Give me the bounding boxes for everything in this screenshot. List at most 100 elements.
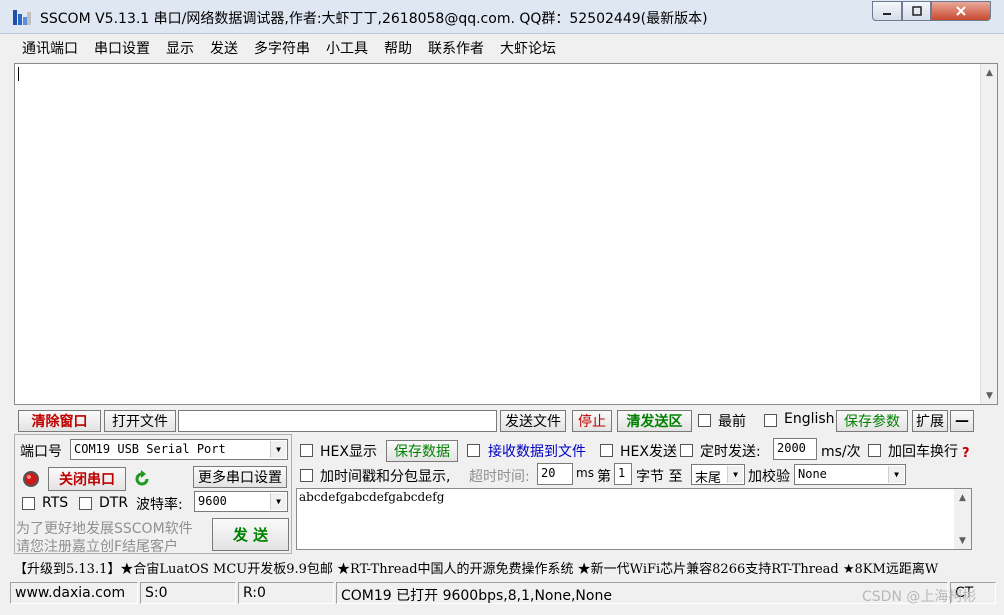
text-caret xyxy=(18,67,19,81)
open-file-label: 打开文件 xyxy=(112,414,168,430)
menu-forum[interactable]: 大虾论坛 xyxy=(492,38,564,58)
menu-send[interactable]: 发送 xyxy=(202,38,246,58)
expand-button[interactable]: 扩展 xyxy=(912,410,948,432)
menu-multi-string[interactable]: 多字符串 xyxy=(246,38,318,58)
save-params-label: 保存参数 xyxy=(844,414,900,430)
promo-line-2[interactable]: 请您注册嘉立创F结尾客户 xyxy=(16,536,178,556)
close-port-label: 关闭串口 xyxy=(59,472,115,488)
save-params-button[interactable]: 保存参数 xyxy=(836,410,908,432)
port-select[interactable]: COM19 USB Serial Port ▼ xyxy=(70,439,288,460)
status-bar: www.daxia.com S:0 R:0 COM19 已打开 9600bps,… xyxy=(10,582,1000,606)
save-data-button[interactable]: 保存数据 xyxy=(386,440,458,462)
scroll-down-icon[interactable]: ▼ xyxy=(954,532,971,549)
chevron-down-icon: ▼ xyxy=(727,466,743,483)
port-status-led-icon xyxy=(23,471,39,487)
append-crlf-label: 加回车换行 xyxy=(888,444,958,460)
timeout-input[interactable]: 20 xyxy=(537,463,573,485)
menu-tools[interactable]: 小工具 xyxy=(318,38,376,58)
menu-contact-author[interactable]: 联系作者 xyxy=(420,38,492,58)
send-scrollbar[interactable]: ▲ ▼ xyxy=(954,489,971,549)
port-label: 端口号 xyxy=(20,444,62,460)
clear-window-button[interactable]: 清除窗口 xyxy=(18,410,101,432)
menu-comm-port[interactable]: 通讯端口 xyxy=(14,38,86,58)
stop-label: 停止 xyxy=(578,414,606,430)
collapse-label: — xyxy=(955,413,969,429)
append-crlf-checkbox[interactable] xyxy=(868,444,881,457)
expand-label: 扩展 xyxy=(916,414,944,430)
recv-to-file-label: 接收数据到文件 xyxy=(488,444,586,460)
news-ticker[interactable]: 【升级到5.13.1】★合宙LuatOS MCU开发板9.9包邮 ★RT-Thr… xyxy=(14,556,1000,578)
timeout-unit-label: ms xyxy=(576,466,594,480)
stop-button[interactable]: 停止 xyxy=(572,410,612,432)
menu-bar: 通讯端口 串口设置 显示 发送 多字符串 小工具 帮助 联系作者 大虾论坛 xyxy=(14,36,1000,60)
open-file-button[interactable]: 打开文件 xyxy=(104,410,176,432)
close-icon xyxy=(956,6,966,16)
timed-send-checkbox[interactable] xyxy=(680,444,693,457)
send-file-button[interactable]: 发送文件 xyxy=(500,410,566,432)
byte-end-select[interactable]: 末尾 ▼ xyxy=(691,464,745,485)
menu-serial-settings[interactable]: 串口设置 xyxy=(86,38,158,58)
dtr-label: DTR xyxy=(99,495,129,511)
close-port-button[interactable]: 关闭串口 xyxy=(48,467,126,491)
more-serial-settings-button[interactable]: 更多串口设置 xyxy=(193,466,287,488)
window-title: SSCOM V5.13.1 串口/网络数据调试器,作者:大虾丁丁,2618058… xyxy=(40,11,708,27)
receive-scrollbar[interactable]: ▲ ▼ xyxy=(980,64,997,404)
clear-window-label: 清除窗口 xyxy=(31,414,88,430)
english-label: English xyxy=(784,411,835,427)
help-icon[interactable]: ? xyxy=(962,446,970,461)
scroll-up-icon[interactable]: ▲ xyxy=(981,64,998,81)
menu-help[interactable]: 帮助 xyxy=(376,38,420,58)
recv-to-file-checkbox[interactable] xyxy=(467,444,480,457)
send-textarea[interactable]: abcdefgabcdefgabcdefg ▲ ▼ xyxy=(296,488,972,550)
timeout-label: 超时时间: xyxy=(469,469,530,485)
checksum-value: None xyxy=(798,467,827,481)
byte-suffix-label: 字节 至 xyxy=(636,469,683,485)
status-port-info: COM19 已打开 9600bps,8,1,None,None xyxy=(336,582,948,604)
maximize-button[interactable] xyxy=(902,1,931,21)
baud-select-value: 9600 xyxy=(198,494,227,508)
clear-send-label: 清发送区 xyxy=(626,414,683,430)
rts-label: RTS xyxy=(42,495,69,511)
status-url[interactable]: www.daxia.com xyxy=(10,582,138,604)
rts-checkbox[interactable] xyxy=(22,497,35,510)
hex-display-label: HEX显示 xyxy=(320,444,377,460)
clear-send-button[interactable]: 清发送区 xyxy=(617,410,692,432)
checksum-select[interactable]: None ▼ xyxy=(794,464,906,485)
send-content: abcdefgabcdefgabcdefg xyxy=(299,490,445,504)
hex-display-checkbox[interactable] xyxy=(300,444,313,457)
send-file-label: 发送文件 xyxy=(505,414,561,430)
status-received-count: R:0 xyxy=(238,582,334,604)
timed-unit-label: ms/次 xyxy=(821,444,861,460)
checksum-label: 加校验 xyxy=(748,469,790,485)
scroll-down-icon[interactable]: ▼ xyxy=(981,387,998,404)
promo-line-1[interactable]: 为了更好地发展SSCOM软件 xyxy=(16,518,193,538)
file-path-input[interactable] xyxy=(178,410,497,432)
english-checkbox[interactable] xyxy=(764,414,777,427)
topmost-label: 最前 xyxy=(718,414,746,430)
hex-send-checkbox[interactable] xyxy=(600,444,613,457)
topmost-checkbox[interactable] xyxy=(698,414,711,427)
baud-select[interactable]: 9600 ▼ xyxy=(194,491,288,512)
receive-textarea[interactable]: ▲ ▼ xyxy=(14,63,998,405)
close-button[interactable] xyxy=(931,1,991,21)
timestamp-checkbox[interactable] xyxy=(300,469,313,482)
timestamp-label: 加时间戳和分包显示, xyxy=(320,469,451,485)
save-data-label: 保存数据 xyxy=(394,444,450,460)
chevron-down-icon: ▼ xyxy=(270,441,286,458)
app-icon xyxy=(13,10,31,25)
scroll-up-icon[interactable]: ▲ xyxy=(954,489,971,506)
send-button[interactable]: 发 送 xyxy=(212,518,289,551)
dtr-checkbox[interactable] xyxy=(79,497,92,510)
collapse-button[interactable]: — xyxy=(950,410,974,432)
title-bar: SSCOM V5.13.1 串口/网络数据调试器,作者:大虾丁丁,2618058… xyxy=(0,0,1004,34)
status-sent-count: S:0 xyxy=(140,582,236,604)
byte-end-value: 末尾 xyxy=(695,471,722,485)
minimize-button[interactable] xyxy=(872,1,902,21)
refresh-icon[interactable] xyxy=(132,469,152,489)
menu-display[interactable]: 显示 xyxy=(158,38,202,58)
minimize-icon xyxy=(883,13,891,15)
timed-interval-input[interactable]: 2000 xyxy=(773,438,817,460)
byte-index-input[interactable]: 1 xyxy=(614,463,632,485)
timed-send-label: 定时发送: xyxy=(700,444,761,460)
csdn-watermark: CSDN @上海柯彬 xyxy=(862,589,977,605)
